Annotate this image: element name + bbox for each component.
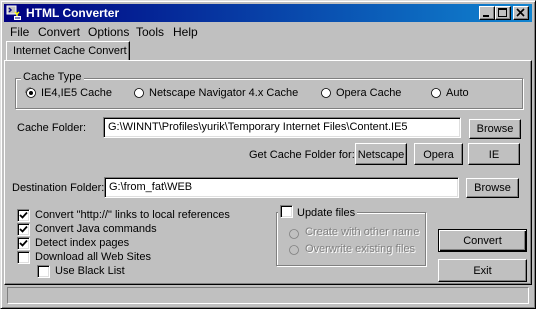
html-converter-window: HTML Converter File Convert Options Tool… [0,0,536,309]
get-cache-folder-label: Get Cache Folder for: [249,149,355,161]
update-files-header: Update files [278,205,358,219]
radio-create-other-name[interactable] [288,228,300,240]
menu-convert[interactable]: Convert [38,25,80,39]
minimize-icon [483,15,489,17]
destination-folder-field[interactable]: G:\from_fat\WEB [104,177,459,198]
destination-browse-button[interactable]: Browse [466,178,519,198]
use-black-list-checkbox[interactable] [37,265,50,278]
radio-ie-cache[interactable] [25,87,37,99]
cache-type-title: Cache Type [21,71,84,83]
minimize-button[interactable] [479,6,495,20]
opera-button[interactable]: Opera [414,143,463,165]
html-converter-app-icon[interactable] [6,5,22,21]
download-all-checkbox[interactable] [17,251,30,264]
convert-java-checkbox[interactable] [17,223,30,236]
check-icon [19,225,28,233]
menu-options[interactable]: Options [88,25,129,39]
overwrite-existing-label: Overwrite existing files [305,243,416,255]
menu-tools[interactable]: Tools [136,25,164,39]
radio-auto[interactable] [430,87,442,99]
download-all-label[interactable]: Download all Web Sites [35,251,151,263]
close-icon [516,8,525,17]
cache-folder-label: Cache Folder: [17,122,87,134]
tab-internet-cache-convert[interactable]: Internet Cache Convert [6,41,130,61]
detect-index-checkbox[interactable] [17,237,30,250]
status-bar [7,287,529,304]
cache-folder-browse-button[interactable]: Browse [469,119,521,139]
convert-links-label[interactable]: Convert "http://" links to local referen… [35,209,230,221]
ie-button[interactable]: IE [468,143,520,165]
radio-netscape-cache-label[interactable]: Netscape Navigator 4.x Cache [149,87,298,99]
convert-java-label[interactable]: Convert Java commands [35,223,157,235]
radio-netscape-cache[interactable] [133,87,145,99]
radio-auto-label[interactable]: Auto [446,87,469,99]
menu-bar: File Convert Options Tools Help [4,23,532,41]
menu-help[interactable]: Help [173,25,198,39]
destination-folder-label: Destination Folder: [12,182,105,194]
maximize-button[interactable] [495,6,511,20]
radio-opera-cache[interactable] [320,87,332,99]
netscape-button[interactable]: Netscape [355,143,407,165]
use-black-list-label[interactable]: Use Black List [55,265,125,277]
radio-ie-cache-label[interactable]: IE4,IE5 Cache [41,87,112,99]
create-other-name-label: Create with other name [305,226,420,238]
menu-file[interactable]: File [10,25,29,39]
update-files-checkbox[interactable] [280,205,293,218]
title-bar[interactable]: HTML Converter [4,4,532,22]
convert-button[interactable]: Convert [438,229,527,252]
exit-button[interactable]: Exit [438,259,527,282]
radio-overwrite-existing[interactable] [288,244,300,256]
window-title: HTML Converter [26,6,120,20]
maximize-icon [498,8,507,17]
cache-folder-field[interactable]: G:\WINNT\Profiles\yurik\Temporary Intern… [103,117,461,138]
close-button[interactable] [513,6,529,20]
convert-links-checkbox[interactable] [17,209,30,222]
update-files-label[interactable]: Update files [297,207,355,219]
detect-index-label[interactable]: Detect index pages [35,237,129,249]
radio-opera-cache-label[interactable]: Opera Cache [336,87,401,99]
check-icon [19,239,28,247]
check-icon [19,211,28,219]
